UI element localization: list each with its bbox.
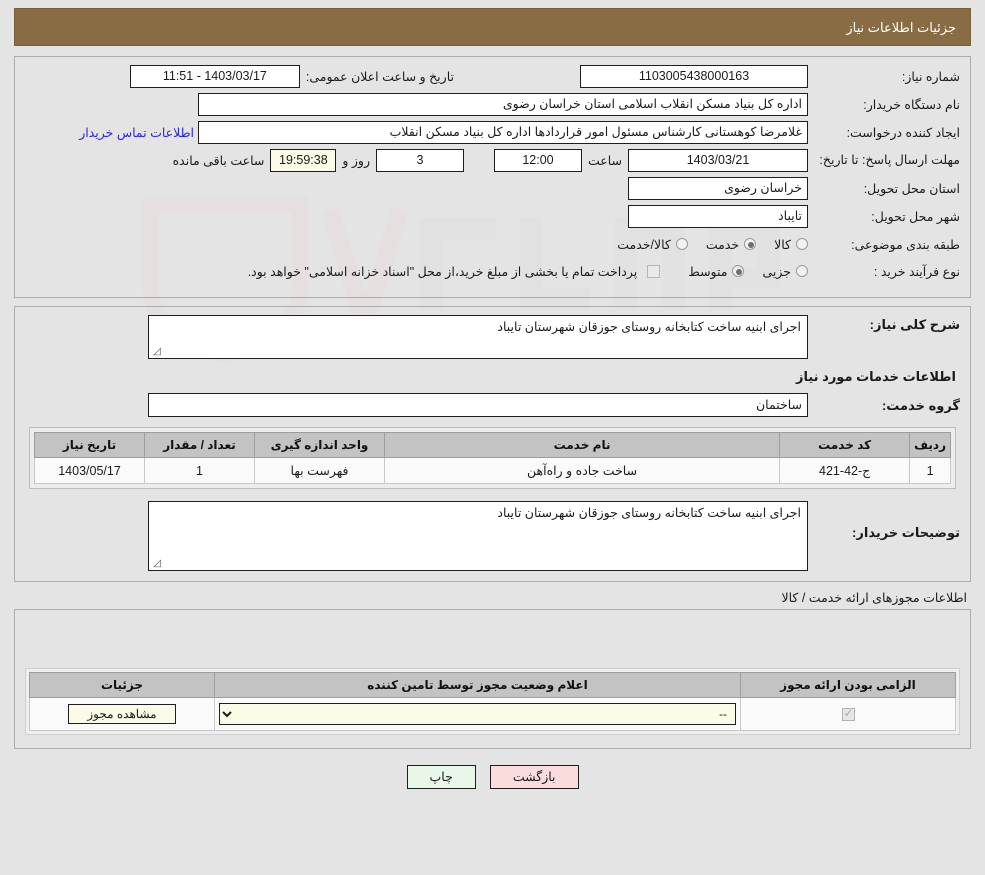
col-permit-status: اعلام وضعیت مجوز توسط تامین کننده	[214, 672, 741, 698]
resize-grip-icon-notes[interactable]: ◿	[151, 559, 161, 569]
process-type-label: نوع فرآیند خرید :	[873, 264, 960, 279]
radio-icon-medium[interactable]	[732, 265, 745, 277]
buyer-notes-label: توضیحات خریدار:	[852, 525, 960, 540]
city-field[interactable]: تایباد	[628, 205, 808, 228]
print-button[interactable]: چاپ	[406, 765, 476, 789]
permits-caption: اطلاعات مجوزهای ارائه خدمت / کالا	[781, 591, 967, 605]
services-table: ردیف کد خدمت نام خدمت واحد اندازه گیری ت…	[34, 432, 951, 484]
remaining-hours-label: ساعت باقی مانده	[172, 154, 265, 168]
permit-required-checkbox	[841, 706, 855, 722]
deadline-time-field[interactable]: 12:00	[493, 149, 582, 172]
treasury-checkbox[interactable]	[647, 264, 661, 278]
permits-table-header-row: الزامی بودن ارائه مجوز اعلام وضعیت مجوز …	[29, 672, 956, 698]
footer-actions: بازگشت چاپ	[0, 765, 985, 789]
row-need-number: شماره نیاز: 1103005438000163 تاریخ و ساع…	[25, 65, 960, 88]
process-option-minor[interactable]: جزیی	[762, 264, 808, 279]
table-row: 1 ج-42-421 ساخت جاده و راه‌آهن فهرست بها…	[34, 457, 951, 484]
row-buyer-org: نام دستگاه خریدار: اداره کل بنیاد مسکن ا…	[25, 93, 960, 116]
col-name: نام خدمت	[383, 432, 781, 458]
need-number-field[interactable]: 1103005438000163	[580, 65, 808, 88]
general-description-textarea[interactable]: اجرای ابنیه ساخت کتابخانه روستای جوزقان …	[148, 315, 808, 359]
col-permit-details: جزئیات	[29, 672, 215, 698]
col-row-no: ردیف	[909, 432, 951, 458]
row-city: شهر محل تحویل: تایباد	[25, 205, 960, 228]
back-button[interactable]: بازگشت	[489, 765, 579, 789]
description-panel: شرح کلی نیاز: اجرای ابنیه ساخت کتابخانه …	[14, 306, 971, 582]
col-qty: تعداد / مقدار	[144, 432, 255, 458]
cell-permit-required	[740, 697, 956, 731]
category-option-goods[interactable]: کالا	[774, 237, 808, 252]
category-option-goods-service-label: کالا/خدمت	[617, 237, 671, 252]
permit-status-select[interactable]: --	[219, 703, 736, 725]
services-table-header-row: ردیف کد خدمت نام خدمت واحد اندازه گیری ت…	[34, 432, 951, 458]
deadline-hour-label: ساعت	[587, 154, 622, 168]
announce-datetime-field[interactable]: 1403/03/17 - 11:51	[129, 65, 300, 88]
radio-icon-goods[interactable]	[796, 238, 808, 250]
process-radio-group[interactable]: جزیی متوسط	[670, 264, 808, 279]
buyer-notes-value: اجرای ابنیه ساخت کتابخانه روستای جوزقان …	[497, 506, 801, 520]
col-permit-required: الزامی بودن ارائه مجوز	[740, 672, 956, 698]
table-row: -- مشاهده مجوز	[29, 697, 956, 731]
category-option-service[interactable]: خدمت	[705, 237, 757, 252]
cell-row-no: 1	[909, 457, 951, 484]
buyer-notes-textarea[interactable]: اجرای ابنیه ساخت کتابخانه روستای جوزقان …	[148, 501, 808, 571]
service-group-field[interactable]: ساختمان	[148, 393, 808, 417]
category-radio-group[interactable]: کالا خدمت کالا/خدمت	[599, 237, 808, 252]
row-creator: ایجاد کننده درخواست: غلامرضا کوهستانی کا…	[25, 121, 960, 144]
col-code: کد خدمت	[779, 432, 911, 458]
category-option-service-label: خدمت	[705, 237, 740, 252]
row-deadline: مهلت ارسال پاسخ: تا تاریخ: 1403/03/21 سا…	[25, 149, 960, 172]
cell-permit-details: مشاهده مجوز	[29, 697, 215, 731]
city-label: شهر محل تحویل:	[871, 210, 960, 224]
remaining-days-label: روز و	[342, 154, 370, 168]
process-option-medium[interactable]: متوسط	[688, 264, 745, 279]
service-group-label: گروه خدمت:	[881, 398, 960, 413]
category-label: طبقه بندی موضوعی:	[851, 237, 960, 252]
buyer-org-label: نام دستگاه خریدار:	[863, 98, 960, 112]
buyer-contact-link[interactable]: اطلاعات تماس خریدار	[75, 125, 198, 140]
row-service-group: گروه خدمت: ساختمان	[25, 393, 960, 417]
cell-code: ج-42-421	[779, 457, 911, 484]
row-process-type: نوع فرآیند خرید : جزیی متوسط پرداخت تمام…	[25, 260, 960, 282]
cell-name: ساخت جاده و راه‌آهن	[383, 457, 781, 484]
resize-grip-icon[interactable]: ◿	[151, 347, 161, 357]
col-need-date: تاریخ نیاز	[34, 432, 145, 458]
process-option-medium-label: متوسط	[688, 264, 728, 279]
general-description-label: شرح کلی نیاز:	[869, 317, 960, 332]
cell-unit: فهرست بها	[254, 457, 385, 484]
row-province: استان محل تحویل: خراسان رضوی	[25, 177, 960, 200]
radio-icon-goods-service[interactable]	[675, 238, 688, 250]
need-number-label: شماره نیاز:	[901, 70, 960, 84]
row-buyer-notes: توضیحات خریدار: اجرای ابنیه ساخت کتابخان…	[25, 501, 960, 571]
province-label: استان محل تحویل:	[863, 182, 960, 196]
row-general-description: شرح کلی نیاز: اجرای ابنیه ساخت کتابخانه …	[25, 315, 960, 359]
creator-label: ایجاد کننده درخواست:	[846, 126, 960, 140]
page-title: جزئیات اطلاعات نیاز	[14, 8, 971, 46]
deadline-date-field[interactable]: 1403/03/21	[628, 149, 808, 172]
creator-field[interactable]: غلامرضا کوهستانی کارشناس مسئول امور قرار…	[198, 121, 808, 144]
province-field[interactable]: خراسان رضوی	[628, 177, 808, 200]
cell-permit-status: --	[214, 697, 741, 731]
radio-icon-service[interactable]	[744, 238, 757, 250]
deadline-label: مهلت ارسال پاسخ: تا تاریخ:	[819, 153, 960, 167]
need-info-panel: شماره نیاز: 1103005438000163 تاریخ و ساع…	[14, 56, 971, 298]
cell-qty: 1	[144, 457, 255, 484]
services-section-heading: اطلاعات خدمات مورد نیاز	[795, 369, 956, 384]
process-option-minor-label: جزیی	[762, 264, 791, 279]
category-option-goods-service[interactable]: کالا/خدمت	[617, 237, 688, 252]
cell-need-date: 1403/05/17	[34, 457, 145, 484]
buyer-org-field[interactable]: اداره کل بنیاد مسکن انقلاب اسلامی استان …	[198, 93, 808, 116]
announce-datetime-label: تاریخ و ساعت اعلان عمومی:	[305, 70, 454, 84]
remaining-days-field: 3	[375, 149, 464, 172]
view-permit-button[interactable]: مشاهده مجوز	[68, 704, 176, 724]
general-description-value: اجرای ابنیه ساخت کتابخانه روستای جوزقان …	[497, 320, 801, 334]
col-unit: واحد اندازه گیری	[254, 432, 385, 458]
treasury-note: پرداخت تمام یا بخشی از مبلغ خرید،از محل …	[247, 264, 638, 279]
radio-icon-minor[interactable]	[796, 265, 808, 277]
row-category: طبقه بندی موضوعی: کالا خدمت کالا/خدمت	[25, 233, 960, 255]
category-option-goods-label: کالا	[774, 237, 791, 252]
remaining-time-field: 19:59:38	[270, 149, 337, 172]
permits-panel: الزامی بودن ارائه مجوز اعلام وضعیت مجوز …	[14, 609, 971, 749]
permits-table: الزامی بودن ارائه مجوز اعلام وضعیت مجوز …	[29, 672, 956, 731]
